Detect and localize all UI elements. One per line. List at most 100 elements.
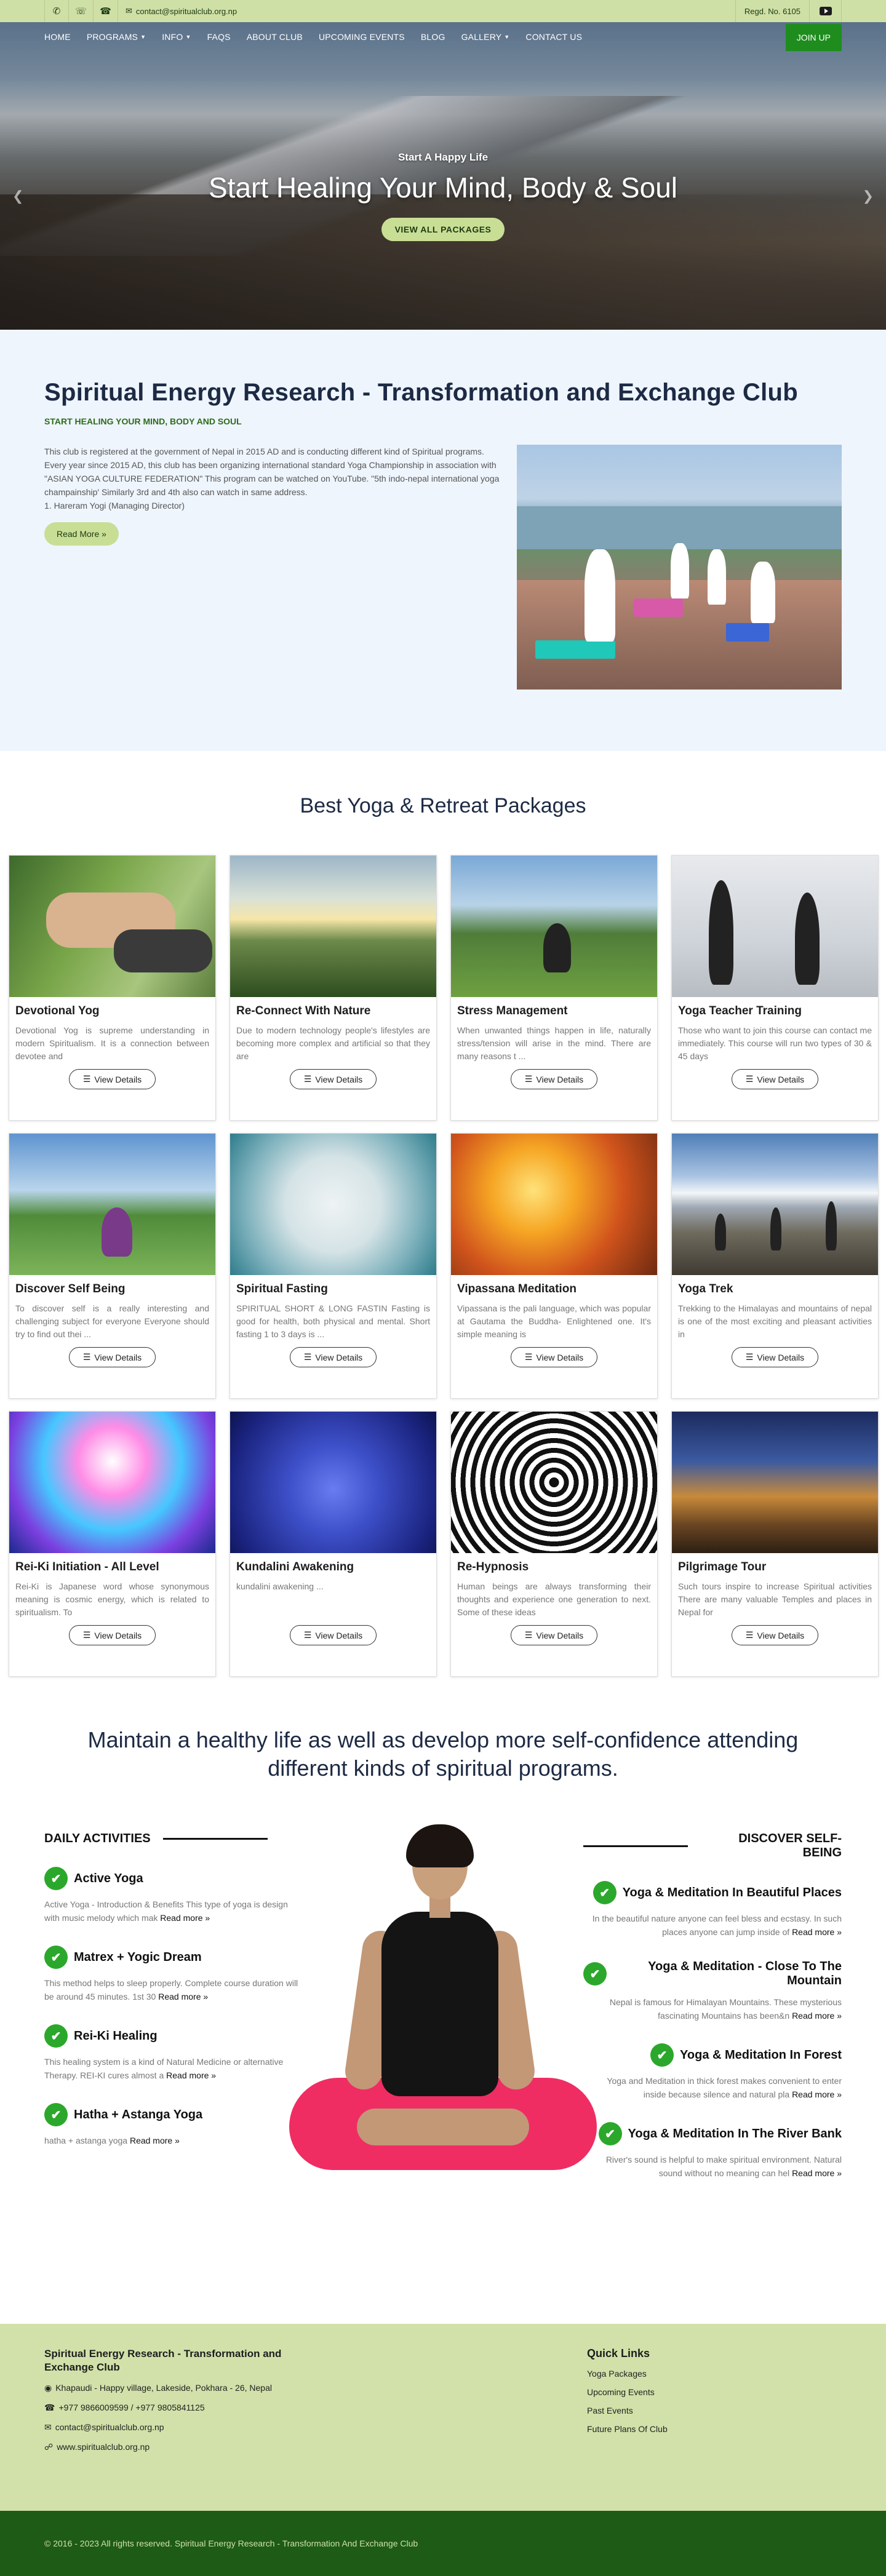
view-details-button[interactable]: ☰ View Details	[289, 1069, 377, 1089]
daily-activities-heading: DAILY ACTIVITIES	[44, 1832, 303, 1846]
activity-title[interactable]: Matrex + Yogic Dream	[74, 1950, 202, 1965]
read-more-link[interactable]: Read more »	[792, 2089, 842, 2099]
package-image	[451, 856, 657, 997]
view-details-button[interactable]: ☰ View Details	[731, 1069, 819, 1089]
footer-address: ◉ Khapaudi - Happy village, Lakeside, Pok…	[44, 2383, 272, 2393]
view-details-button[interactable]: ☰ View Details	[68, 1069, 156, 1089]
read-more-link[interactable]: Read more »	[792, 1927, 842, 1937]
globe-icon: ☍	[44, 2442, 54, 2452]
nav-faqs[interactable]: FAQS	[207, 32, 231, 42]
package-card-reconnect-nature[interactable]: Re-Connect With Nature Due to modern tec…	[229, 855, 437, 1121]
quick-link-future-plans[interactable]: Future Plans Of Club	[587, 2424, 668, 2434]
list-icon: ☰	[745, 1630, 754, 1640]
footer-website[interactable]: ☍ www.spiritualclub.org.np	[44, 2441, 303, 2453]
nav-home[interactable]: HOME	[44, 32, 71, 42]
activity-title[interactable]: Hatha + Astanga Yoga	[74, 2108, 202, 2122]
package-description: SPIRITUAL SHORT & LONG FASTIN Fasting is…	[236, 1303, 430, 1339]
package-card-yoga-teacher-training[interactable]: Yoga Teacher Training Those who want to …	[671, 855, 879, 1121]
quick-link-yoga-packages[interactable]: Yoga Packages	[587, 2369, 668, 2379]
package-card-spiritual-fasting[interactable]: Spiritual Fasting SPIRITUAL SHORT & LONG…	[229, 1133, 437, 1399]
check-icon: ✔	[44, 1867, 68, 1890]
package-card-vipassana-meditation[interactable]: Vipassana Meditation Vipassana is the pa…	[450, 1133, 658, 1399]
view-details-button[interactable]: ☰ View Details	[510, 1069, 598, 1089]
read-more-link[interactable]: Read more »	[166, 2070, 216, 2080]
discover-title[interactable]: Yoga & Meditation In Forest	[680, 2048, 842, 2062]
caret-down-icon: ▼	[504, 34, 510, 40]
caret-down-icon: ▼	[185, 34, 191, 40]
caret-down-icon: ▼	[140, 34, 146, 40]
about-image	[517, 445, 842, 690]
nav-upcoming-events[interactable]: UPCOMING EVENTS	[319, 32, 405, 42]
quick-link-upcoming-events[interactable]: Upcoming Events	[587, 2387, 668, 2397]
view-all-packages-button[interactable]: VIEW ALL PACKAGES	[381, 218, 505, 241]
package-image	[451, 1134, 657, 1275]
view-details-button[interactable]: ☰ View Details	[68, 1625, 156, 1645]
package-card-reiki-initiation[interactable]: Rei-Ki Initiation - All Level Rei-Ki is …	[9, 1411, 216, 1677]
youtube-icon[interactable]	[810, 0, 842, 22]
package-card-discover-self-being[interactable]: Discover Self Being To discover self is …	[9, 1133, 216, 1399]
phone-icon[interactable]: ✆	[44, 0, 69, 22]
discover-title[interactable]: Yoga & Meditation In Beautiful Places	[623, 1886, 842, 1900]
view-details-button[interactable]: ☰ View Details	[289, 1625, 377, 1645]
nav-contact-us[interactable]: CONTACT US	[525, 32, 582, 42]
package-description: Rei-Ki is Japanese word whose synonymous…	[15, 1581, 209, 1617]
read-more-link[interactable]: Read more »	[792, 2011, 842, 2021]
package-image	[672, 856, 878, 997]
quick-link-past-events[interactable]: Past Events	[587, 2406, 668, 2415]
copyright-text: © 2016 - 2023 All rights reserved. Spiri…	[44, 2538, 418, 2548]
package-title: Pilgrimage Tour	[678, 1560, 767, 1573]
whatsapp-icon[interactable]: ☏	[69, 0, 94, 22]
nav-blog[interactable]: BLOG	[421, 32, 445, 42]
package-image	[230, 1412, 436, 1553]
topbar-email[interactable]: ✉ contact@spiritualclub.org.np	[118, 6, 237, 16]
package-image	[672, 1412, 878, 1553]
view-details-button[interactable]: ☰ View Details	[289, 1347, 377, 1367]
discover-item: ✔ Yoga & Meditation In The River Bank Riv…	[583, 2122, 842, 2180]
package-image	[230, 1134, 436, 1275]
topbar-contacts: ✆ ☏ ☎ ✉ contact@spiritualclub.org.np	[44, 0, 237, 22]
discover-title[interactable]: Yoga & Meditation - Close To The Mountai…	[613, 1960, 842, 1988]
read-more-button[interactable]: Read More »	[44, 522, 119, 546]
hero-title: Start Healing Your Mind, Body & Soul	[208, 172, 677, 204]
package-card-devotional-yog[interactable]: Devotional Yog Devotional Yog is supreme…	[9, 855, 216, 1121]
read-more-link[interactable]: Read more »	[158, 1992, 208, 2002]
read-more-link[interactable]: Read more »	[130, 2136, 180, 2145]
check-icon: ✔	[44, 2103, 68, 2126]
join-up-button[interactable]: JOIN UP	[785, 24, 842, 51]
package-card-yoga-trek[interactable]: Yoga Trek Trekking to the Himalayas and …	[671, 1133, 879, 1399]
package-title: Devotional Yog	[15, 1004, 100, 1017]
package-card-re-hypnosis[interactable]: Re-Hypnosis Human beings are always tran…	[450, 1411, 658, 1677]
activity-title[interactable]: Active Yoga	[74, 1872, 143, 1886]
package-description: kundalini awakening ...	[236, 1581, 324, 1591]
viber-icon[interactable]: ☎	[94, 0, 118, 22]
top-bar: ✆ ☏ ☎ ✉ contact@spiritualclub.org.np Reg…	[0, 0, 886, 22]
package-card-stress-management[interactable]: Stress Management When unwanted things h…	[450, 855, 658, 1121]
footer-email[interactable]: ✉ contact@spiritualclub.org.np	[44, 2421, 303, 2433]
nav-programs[interactable]: PROGRAMS ▼	[87, 32, 146, 42]
quick-links-title: Quick Links	[587, 2347, 650, 2359]
view-details-button[interactable]: ☰ View Details	[510, 1625, 598, 1645]
package-description: Trekking to the Himalayas and mountains …	[678, 1303, 872, 1339]
discover-heading: DISCOVER SELF-BEING	[583, 1832, 842, 1860]
activity-title[interactable]: Rei-Ki Healing	[74, 2029, 158, 2043]
activity-item: ✔ Rei-Ki Healing This healing system is a…	[44, 2024, 303, 2082]
view-details-button[interactable]: ☰ View Details	[731, 1347, 819, 1367]
view-details-button[interactable]: ☰ View Details	[510, 1347, 598, 1367]
discover-item: ✔ Yoga & Meditation In Forest Yoga and Me…	[583, 2043, 842, 2101]
read-more-link[interactable]: Read more »	[160, 1913, 210, 1923]
maintain-section: Maintain a healthy life as well as devel…	[0, 1701, 886, 1819]
list-icon: ☰	[303, 1074, 312, 1084]
view-details-button[interactable]: ☰ View Details	[731, 1625, 819, 1645]
list-icon: ☰	[82, 1074, 91, 1084]
activity-item: ✔ Active Yoga Active Yoga - Introduction …	[44, 1867, 303, 1925]
list-icon: ☰	[745, 1352, 754, 1362]
nav-gallery[interactable]: GALLERY ▼	[461, 32, 510, 42]
package-card-pilgrimage-tour[interactable]: Pilgrimage Tour Such tours inspire to in…	[671, 1411, 879, 1677]
view-details-button[interactable]: ☰ View Details	[68, 1347, 156, 1367]
nav-info[interactable]: INFO ▼	[162, 32, 191, 42]
discover-title[interactable]: Yoga & Meditation In The River Bank	[628, 2127, 842, 2141]
read-more-link[interactable]: Read more »	[792, 2168, 842, 2178]
footer-phone[interactable]: ☎ +977 9866009599 / +977 9805841125	[44, 2401, 303, 2414]
nav-about-club[interactable]: ABOUT CLUB	[247, 32, 303, 42]
package-card-kundalini-awakening[interactable]: Kundalini Awakening kundalini awakening …	[229, 1411, 437, 1677]
